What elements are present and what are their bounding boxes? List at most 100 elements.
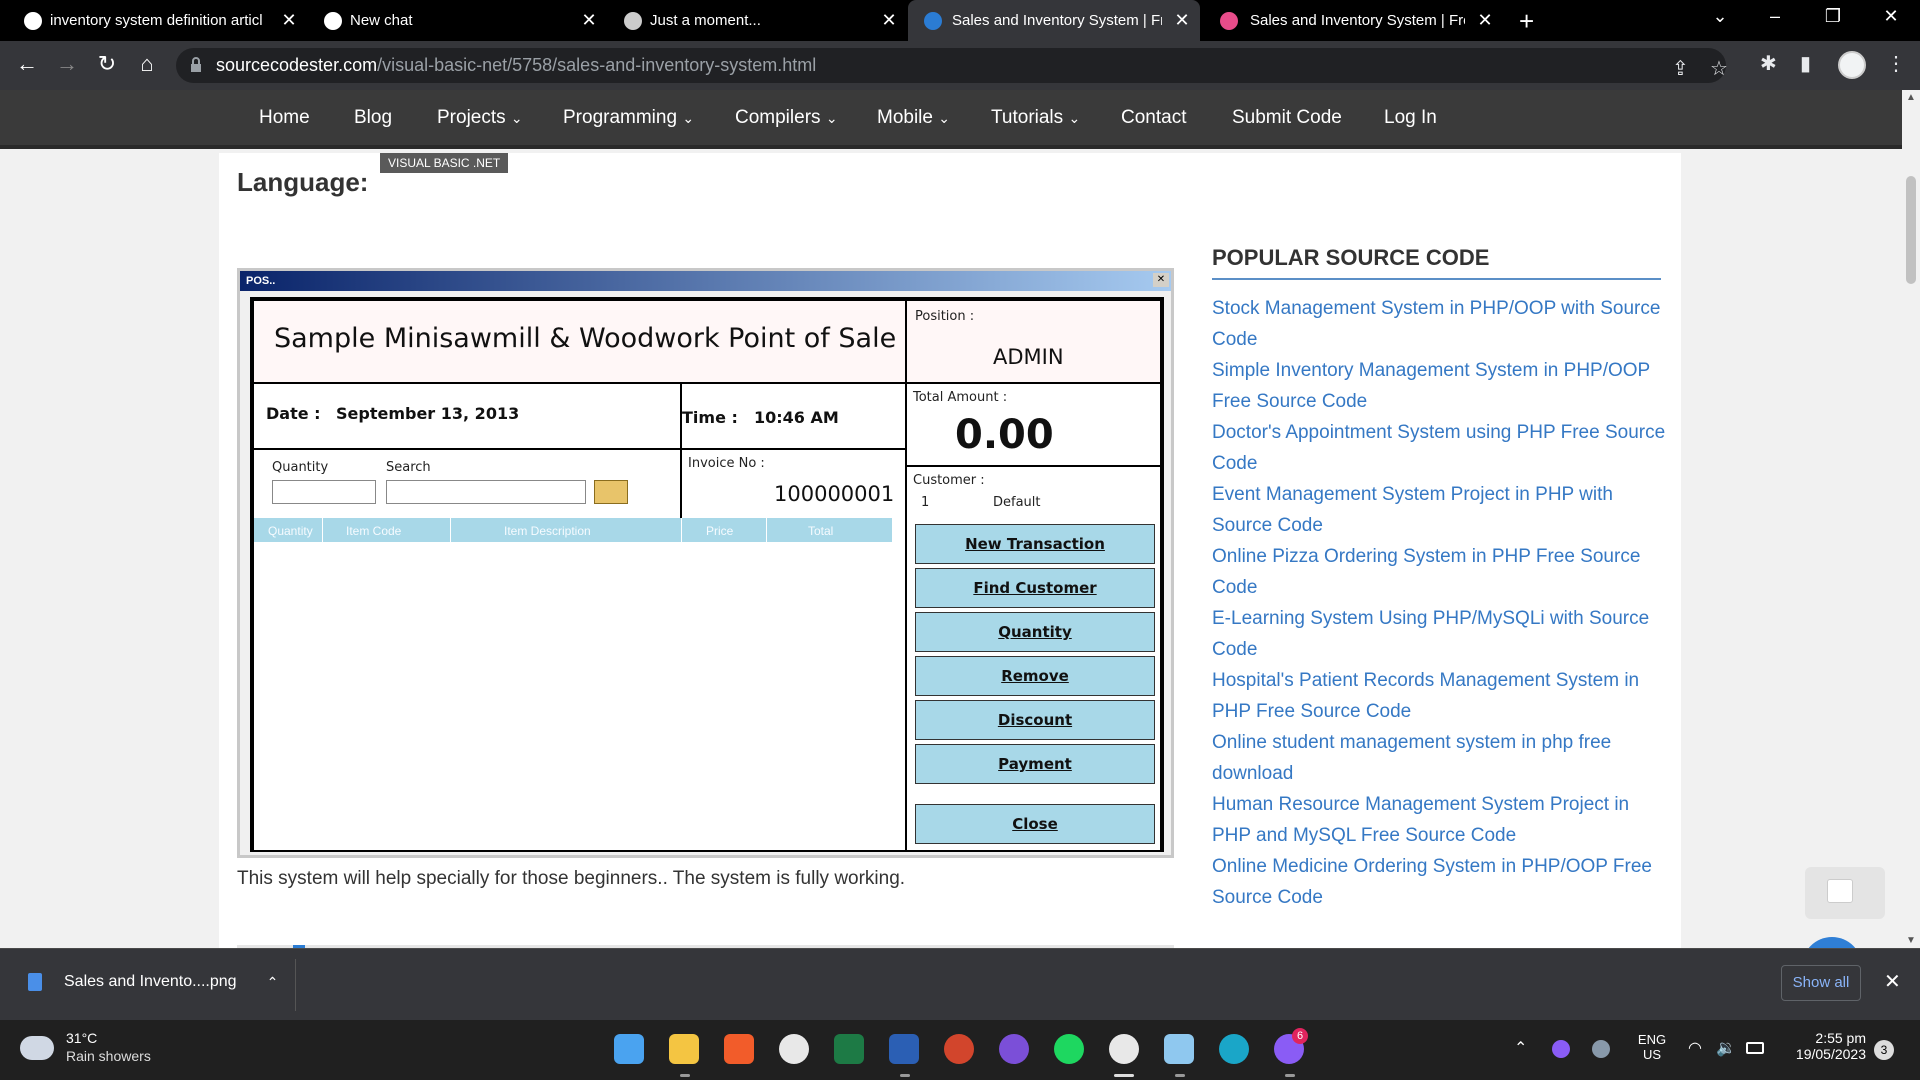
home-icon[interactable]: ⌂	[132, 51, 162, 77]
popular-link[interactable]: Online Pizza Ordering System in PHP Free…	[1212, 541, 1672, 603]
scroll-up-icon[interactable]: ▲	[1906, 92, 1916, 103]
bookmark-star-icon[interactable]: ☆	[1710, 56, 1728, 81]
weather-widget[interactable]: 31°C Rain showers	[20, 1030, 151, 1064]
popular-link[interactable]: Stock Management System in PHP/OOP with …	[1212, 293, 1672, 355]
nav-mobile[interactable]: Mobile ⌄	[877, 107, 950, 129]
restore-button[interactable]: ❐	[1818, 6, 1848, 27]
close-icon[interactable]: ✕	[279, 10, 299, 31]
tab-new-chat[interactable]: New chat ✕	[324, 0, 599, 41]
download-item[interactable]: Sales and Invento....png ⌃	[28, 973, 278, 991]
language-indicator[interactable]: ENG US	[1636, 1032, 1668, 1062]
pos-invoice-value: 100000001	[774, 482, 895, 506]
pos-invoice-label: Invoice No :	[688, 456, 765, 471]
pos-total-box: Total Amount : 0.00	[905, 382, 1162, 467]
scrollbar-thumb[interactable]	[1906, 176, 1916, 284]
nav-tutorials[interactable]: Tutorials ⌄	[991, 107, 1080, 129]
file-explorer-icon[interactable]	[669, 1034, 699, 1064]
page-scrollbar[interactable]: ▲ ▼	[1902, 90, 1920, 948]
chrome-icon[interactable]	[779, 1034, 809, 1064]
forward-icon[interactable]: →	[52, 51, 82, 77]
notepad-icon[interactable]	[1164, 1034, 1194, 1064]
side-panel-icon[interactable]: ▮	[1800, 51, 1811, 76]
pos-screenshot: POS.. ✕ Sample Minisawmill & Woodwork Po…	[237, 268, 1174, 858]
pos-find-customer-button: Find Customer	[915, 568, 1155, 608]
canva-icon[interactable]	[999, 1034, 1029, 1064]
popular-link[interactable]: Event Management System Project in PHP w…	[1212, 479, 1672, 541]
nav-contact[interactable]: Contact	[1121, 107, 1186, 129]
new-tab-button[interactable]: +	[1519, 6, 1534, 37]
messenger-tray-icon[interactable]	[1552, 1040, 1570, 1058]
pos-position-label: Position :	[915, 309, 975, 324]
wifi-icon[interactable]: ◠	[1688, 1038, 1702, 1058]
popular-link[interactable]: Hospital's Patient Records Management Sy…	[1212, 665, 1672, 727]
address-bar[interactable]: sourcecodester.com/visual-basic-net/5758…	[176, 48, 1728, 83]
notification-count-badge[interactable]: 3	[1874, 1040, 1894, 1060]
excel-icon[interactable]	[834, 1034, 864, 1064]
nav-blog[interactable]: Blog	[354, 107, 392, 129]
show-all-button[interactable]: Show all	[1781, 965, 1861, 1001]
edge-icon[interactable]	[1219, 1034, 1249, 1064]
download-divider	[295, 959, 296, 1011]
popular-link[interactable]: Online student management system in php …	[1212, 727, 1672, 789]
popular-link[interactable]: Doctor's Appointment System using PHP Fr…	[1212, 417, 1672, 479]
menu-kebab-icon[interactable]: ⋮	[1886, 51, 1906, 76]
language-badge[interactable]: VISUAL BASIC .NET	[380, 153, 509, 173]
spotify-icon[interactable]	[1054, 1034, 1084, 1064]
pos-total-value: 0.00	[955, 412, 1054, 458]
close-download-bar-icon[interactable]: ✕	[1884, 969, 1901, 994]
close-icon[interactable]: ✕	[579, 10, 599, 31]
popular-link[interactable]: Human Resource Management System Project…	[1212, 789, 1672, 851]
word-icon[interactable]	[889, 1034, 919, 1064]
chevron-up-icon[interactable]: ⌃	[267, 974, 279, 991]
scroll-to-top-button[interactable]	[1802, 937, 1862, 948]
pos-header-box: Sample Minisawmill & Woodwork Point of S…	[252, 299, 907, 384]
extensions-icon[interactable]: ✱	[1760, 51, 1777, 76]
back-icon[interactable]: ←	[12, 51, 42, 77]
brave-icon[interactable]	[724, 1034, 754, 1064]
powerpoint-icon[interactable]	[944, 1034, 974, 1064]
close-icon[interactable]: ✕	[1172, 10, 1192, 31]
windows-taskbar: 31°C Rain showers 6 ⌃ ENG US ◠ 🔉 2:55 pm…	[0, 1020, 1920, 1080]
nav-compilers[interactable]: Compilers ⌄	[735, 107, 838, 129]
nav-programming[interactable]: Programming ⌄	[563, 107, 694, 129]
reload-icon[interactable]: ↻	[92, 51, 122, 77]
steam-icon[interactable]	[1592, 1040, 1610, 1058]
nav-submit-code[interactable]: Submit Code	[1232, 107, 1342, 129]
pos-discount-button: Discount	[915, 700, 1155, 740]
pos-time-value: 10:46 AM	[754, 408, 839, 427]
floating-chat-widget[interactable]	[1805, 867, 1885, 919]
minimize-button[interactable]: –	[1760, 6, 1790, 27]
popular-link[interactable]: Online Medicine Ordering System in PHP/O…	[1212, 851, 1672, 913]
close-icon[interactable]: ✕	[879, 10, 899, 31]
windows-start-icon[interactable]	[614, 1034, 644, 1064]
battery-icon[interactable]	[1746, 1042, 1764, 1054]
tab-sales-inventory-2[interactable]: Sales and Inventory System | Free ✕	[1220, 0, 1495, 41]
system-clock[interactable]: 2:55 pm 19/05/2023	[1790, 1030, 1866, 1062]
chrome-profile-icon[interactable]	[1109, 1034, 1139, 1064]
close-icon[interactable]: ✕	[1475, 10, 1495, 31]
share-icon[interactable]: ⇪	[1672, 56, 1689, 81]
chevron-down-icon: ⌄	[825, 110, 838, 126]
tab-just-a-moment[interactable]: Just a moment... ✕	[624, 0, 899, 41]
pos-remove-button: Remove	[915, 656, 1155, 696]
pos-customer-id: 1	[921, 495, 930, 510]
chatgpt-icon	[324, 12, 342, 30]
pos-search-box: Quantity Search	[252, 448, 682, 520]
popular-link[interactable]: Simple Inventory Management System in PH…	[1212, 355, 1672, 417]
volume-icon[interactable]: 🔉	[1716, 1038, 1736, 1058]
sourcecodester-icon	[924, 12, 942, 30]
scroll-down-icon[interactable]: ▼	[1906, 935, 1916, 946]
nav-home[interactable]: Home	[259, 107, 310, 129]
tray-overflow-chevron-icon[interactable]: ⌃	[1514, 1038, 1527, 1058]
nav-projects[interactable]: Projects ⌄	[437, 107, 523, 129]
tab-inventory-search[interactable]: inventory system definition articl ✕	[24, 0, 299, 41]
pos-close-icon: ✕	[1153, 273, 1169, 287]
weather-condition: Rain showers	[66, 1048, 151, 1064]
nav-login[interactable]: Log In	[1384, 107, 1437, 129]
profile-avatar[interactable]	[1838, 51, 1866, 79]
tab-sales-inventory-active[interactable]: Sales and Inventory System | Free ✕	[908, 0, 1200, 41]
tab-title: Sales and Inventory System | Free	[952, 12, 1162, 29]
tab-search-icon[interactable]: ⌄	[1705, 6, 1735, 27]
close-window-button[interactable]: ✕	[1876, 6, 1906, 27]
popular-link[interactable]: E-Learning System Using PHP/MySQLi with …	[1212, 603, 1672, 665]
